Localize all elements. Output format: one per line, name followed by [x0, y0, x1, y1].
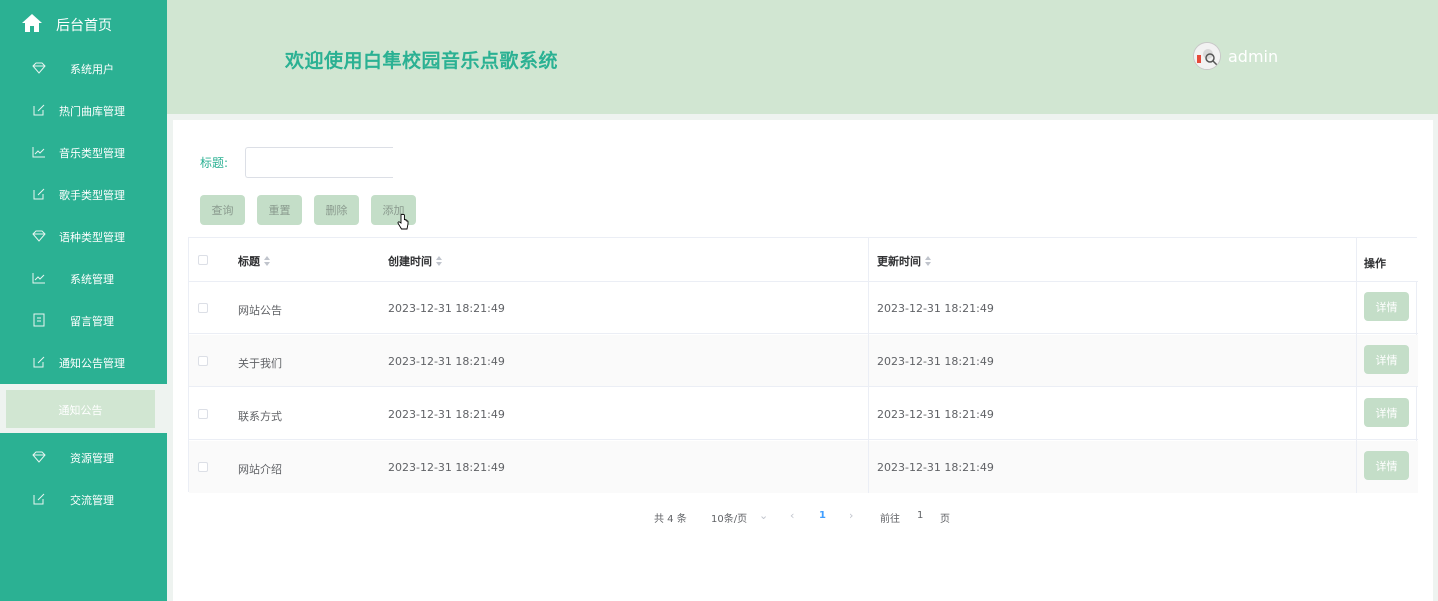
sidebar-item-language-types[interactable]: 语种类型管理 [0, 216, 167, 258]
row-checkbox[interactable] [198, 409, 208, 419]
reset-button[interactable]: 重置 [257, 195, 302, 225]
row-checkbox[interactable] [198, 356, 208, 366]
cell-updated: 2023-12-31 18:21:49 [877, 302, 994, 315]
diamond-icon [32, 451, 46, 463]
hand-cursor-icon [397, 214, 409, 230]
username[interactable]: admin [1228, 47, 1278, 66]
sidebar-item-label: 语种类型管理 [59, 231, 125, 244]
sidebar-item-label: 系统用户 [70, 63, 114, 76]
detail-button[interactable]: 详情 [1364, 292, 1409, 321]
select-all-checkbox[interactable] [198, 255, 208, 265]
detail-button[interactable]: 详情 [1364, 345, 1409, 374]
title-search-input[interactable] [245, 147, 393, 178]
avatar[interactable] [1193, 42, 1221, 70]
prev-page-icon[interactable]: ‹ [790, 509, 794, 522]
cell-title: 网站介绍 [238, 463, 282, 476]
table-row: 联系方式 2023-12-31 18:21:49 2023-12-31 18:2… [189, 388, 1418, 440]
search-label: 标题: [200, 156, 229, 170]
header: 欢迎使用白隼校园音乐点歌系统 admin [167, 0, 1438, 114]
sidebar-item-notice-management[interactable]: 通知公告管理 [0, 342, 167, 384]
avatar-image-icon [1194, 43, 1220, 69]
column-header-created[interactable]: 创建时间 [388, 253, 443, 269]
delete-button[interactable]: 删除 [314, 195, 359, 225]
sidebar-item-resources[interactable]: 资源管理 [0, 437, 167, 479]
sort-icon[interactable] [436, 255, 443, 267]
sidebar-item-label: 热门曲库管理 [59, 105, 125, 118]
sidebar-item-singer-types[interactable]: 歌手类型管理 [0, 174, 167, 216]
chevron-down-icon[interactable]: ⌄ [759, 509, 768, 522]
table-row: 关于我们 2023-12-31 18:21:49 2023-12-31 18:2… [189, 335, 1418, 387]
message-icon [33, 313, 45, 327]
page-size-select[interactable]: 10条/页 [711, 510, 747, 525]
cell-updated: 2023-12-31 18:21:49 [877, 461, 994, 474]
edit-icon [33, 356, 45, 368]
add-button[interactable]: 添加 [371, 195, 416, 225]
sidebar-item-home[interactable]: 后台首页 [0, 0, 167, 48]
detail-button[interactable]: 详情 [1364, 398, 1409, 427]
sidebar-item-label: 音乐类型管理 [59, 147, 125, 160]
cell-created: 2023-12-31 18:21:49 [388, 302, 505, 315]
diamond-icon [32, 62, 46, 74]
column-divider [1356, 238, 1357, 493]
sort-icon[interactable] [925, 255, 932, 267]
sidebar-item-messages[interactable]: 留言管理 [0, 300, 167, 342]
cell-updated: 2023-12-31 18:21:49 [877, 408, 994, 421]
sidebar-item-hot-songs[interactable]: 热门曲库管理 [0, 90, 167, 132]
sort-icon[interactable] [264, 255, 271, 267]
sidebar-item-label: 资源管理 [70, 452, 114, 465]
goto-label: 前往 [880, 514, 900, 525]
sidebar-item-system-management[interactable]: 系统管理 [0, 258, 167, 300]
query-button[interactable]: 查询 [200, 195, 245, 225]
cell-title: 网站公告 [238, 304, 282, 317]
column-header-title[interactable]: 标题 [238, 253, 271, 269]
page-title: 欢迎使用白隼校园音乐点歌系统 [285, 50, 559, 72]
cell-created: 2023-12-31 18:21:49 [388, 461, 505, 474]
sidebar-item-label: 后台首页 [56, 18, 112, 34]
column-header-updated[interactable]: 更新时间 [877, 253, 932, 269]
column-divider [868, 238, 869, 493]
sidebar-item-label: 交流管理 [70, 494, 114, 507]
notice-table: 标题 创建时间 更新时间 操作 网站公告 2023-12-31 18:21:49… [188, 237, 1418, 493]
goto-page-input[interactable]: 1 [917, 510, 923, 521]
cell-title: 联系方式 [238, 410, 282, 423]
cell-created: 2023-12-31 18:21:49 [388, 408, 505, 421]
page-number-current[interactable]: 1 [819, 510, 826, 521]
table-row: 网站介绍 2023-12-31 18:21:49 2023-12-31 18:2… [189, 441, 1418, 493]
next-page-icon[interactable]: › [849, 509, 853, 522]
sidebar: 后台首页 系统用户 热门曲库管理 音乐类型管理 歌手类型管理 语种类型管理 系统… [0, 0, 167, 601]
table-row: 网站公告 2023-12-31 18:21:49 2023-12-31 18:2… [189, 282, 1418, 334]
sidebar-subitem-notices[interactable]: 通知公告 [6, 390, 155, 428]
row-checkbox[interactable] [198, 303, 208, 313]
sidebar-item-music-types[interactable]: 音乐类型管理 [0, 132, 167, 174]
sidebar-item-label: 留言管理 [70, 315, 114, 328]
chart-icon [32, 273, 45, 284]
edit-icon [33, 493, 45, 505]
column-header-actions: 操作 [1364, 257, 1386, 270]
sidebar-item-label: 系统管理 [70, 273, 114, 286]
goto-suffix: 页 [940, 514, 950, 525]
detail-button[interactable]: 详情 [1364, 451, 1409, 480]
home-icon [22, 14, 42, 32]
pagination-total: 共 4 条 [654, 514, 687, 525]
edit-icon [33, 188, 45, 200]
sidebar-subitem-label: 通知公告 [58, 404, 103, 417]
edit-icon [33, 104, 45, 116]
main-panel: 标题: 查询 重置 删除 添加 标题 创建时间 更新时间 操作 网站公告 202… [173, 120, 1433, 601]
sidebar-item-label: 通知公告管理 [59, 357, 125, 370]
table-header: 标题 创建时间 更新时间 操作 [189, 238, 1418, 282]
cell-updated: 2023-12-31 18:21:49 [877, 355, 994, 368]
row-checkbox[interactable] [198, 462, 208, 472]
chart-icon [32, 147, 45, 158]
cell-created: 2023-12-31 18:21:49 [388, 355, 505, 368]
cell-title: 关于我们 [238, 357, 282, 370]
sidebar-item-system-users[interactable]: 系统用户 [0, 48, 167, 90]
diamond-icon [32, 230, 46, 242]
sidebar-submenu: 通知公告 [0, 384, 167, 433]
sidebar-item-label: 歌手类型管理 [59, 189, 125, 202]
sidebar-item-exchange[interactable]: 交流管理 [0, 479, 167, 521]
